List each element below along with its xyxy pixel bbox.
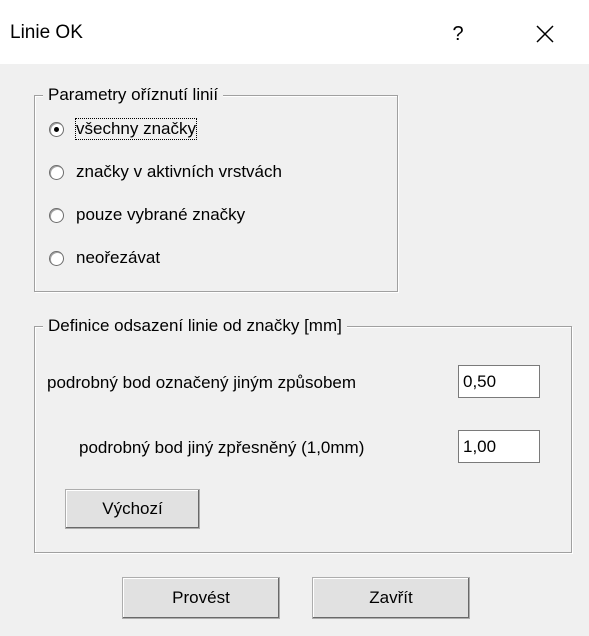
radio-button-all-marks[interactable] [49,121,64,137]
offset-input-other-method[interactable]: 0,50 [458,365,540,398]
close-window-button[interactable] [522,14,568,54]
window-title: Linie OK [10,22,83,43]
radio-label-no-clip: neořezávat [76,248,161,267]
dialog-linie-ok: Linie OK ? Parametry oříznutí linií všec… [0,0,589,636]
offset-definition-legend: Definice odsazení linie od značky [mm] [43,316,347,336]
radio-label-active-layers: značky v aktivních vrstvách [76,162,282,181]
field-row-refined: podrobný bod jiný zpřesněný (1,0mm) [79,438,364,458]
radio-button-active-layers[interactable] [49,164,64,180]
radio-button-no-clip[interactable] [49,250,64,266]
radio-button-selected-only[interactable] [49,207,64,223]
clip-parameters-group: Parametry oříznutí linií všechny značky … [34,85,398,292]
help-icon: ? [452,22,464,45]
offset-definition-group: Definice odsazení linie od značky [mm] p… [34,316,572,553]
radio-active-layers[interactable]: značky v aktivních vrstvách [49,162,282,182]
clip-parameters-legend: Parametry oříznutí linií [43,85,224,105]
title-bar: Linie OK ? [0,0,589,64]
field-label-refined: podrobný bod jiný zpřesněný (1,0mm) [79,438,365,457]
radio-selected-only[interactable]: pouze vybrané značky [49,205,245,225]
radio-label-all-marks: všechny značky [75,118,197,140]
help-button[interactable]: ? [438,14,478,54]
radio-all-marks[interactable]: všechny značky [49,118,197,140]
offset-input-refined[interactable]: 1,00 [458,430,540,463]
execute-button[interactable]: Provést [122,577,280,619]
radio-label-selected-only: pouze vybrané značky [76,205,246,224]
field-row-other-method: podrobný bod označený jiným způsobem [47,373,356,393]
radio-no-clip[interactable]: neořezávat [49,248,160,268]
default-button[interactable]: Výchozí [65,489,200,529]
field-label-other-method: podrobný bod označený jiným způsobem [47,373,357,392]
close-button[interactable]: Zavřít [312,577,470,619]
close-icon [536,25,554,43]
